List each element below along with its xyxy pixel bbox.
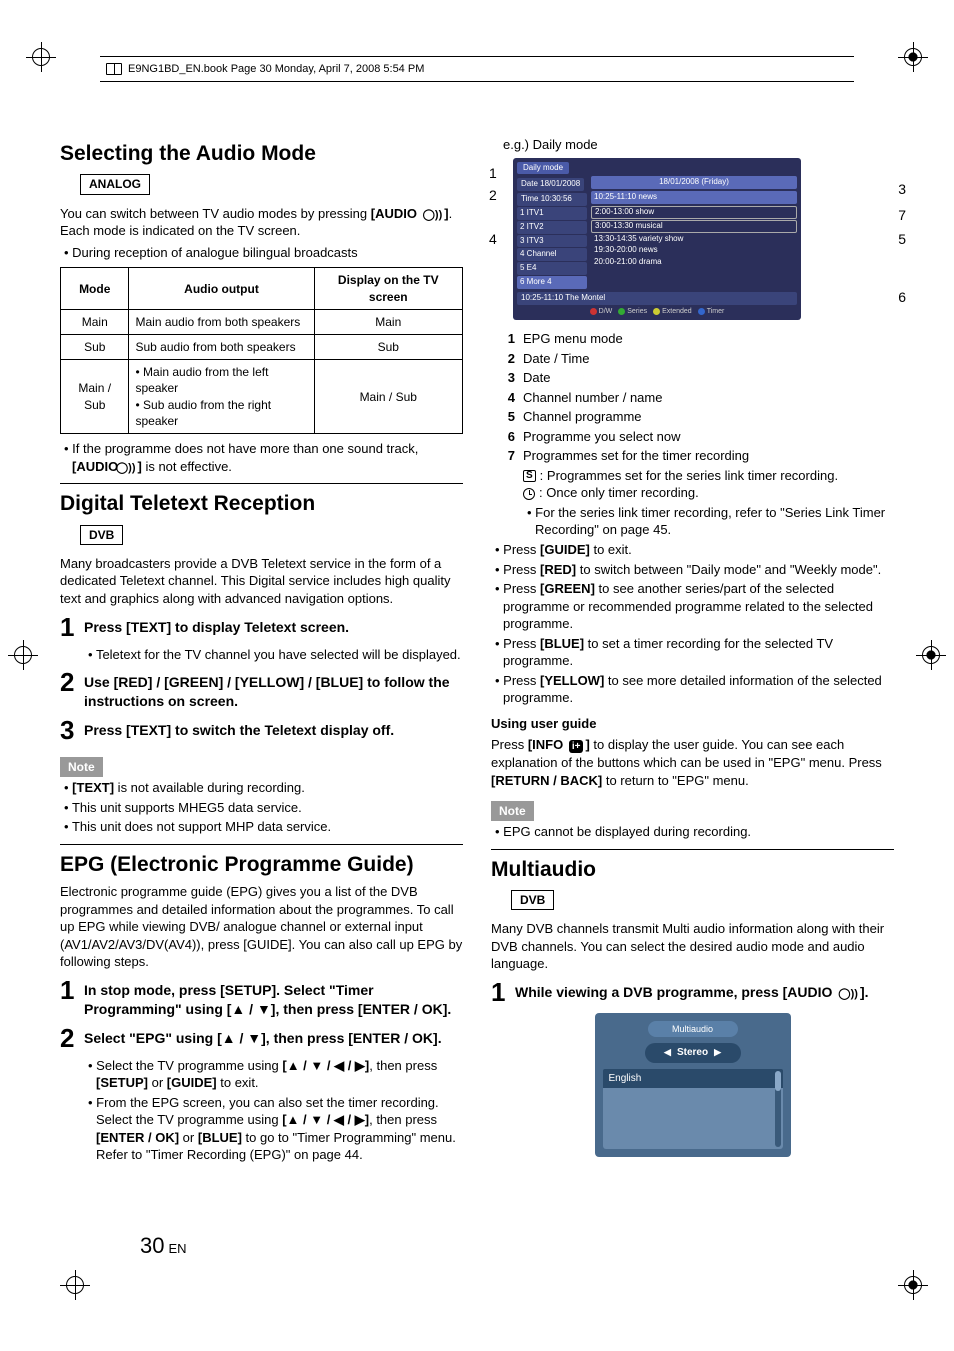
audio-icon: ◯)) (423, 208, 443, 223)
tag-dvb: DVB (80, 525, 123, 545)
audio-icon: ◯)) (124, 461, 136, 476)
manual-page: E9NG1BD_EN.book Page 30 Monday, April 7,… (0, 0, 954, 1351)
series-icon: S (523, 470, 536, 482)
panel-selector: ◀Stereo▶ (645, 1043, 741, 1063)
left-column: Selecting the Audio Mode ANALOG You can … (60, 132, 463, 1166)
note-heading: Note (60, 757, 103, 777)
th-mode: Mode (61, 268, 129, 309)
callout-4: 4 (489, 230, 497, 249)
bullet-text: During reception of analogue bilingual b… (60, 244, 463, 262)
step-number: 1 (60, 614, 84, 640)
user-guide-heading: Using user guide (491, 715, 894, 733)
info-icon: i+ (569, 740, 584, 753)
callout-1: 1 (489, 164, 497, 183)
intro-text: You can switch between TV audio modes by… (60, 205, 463, 240)
callout-5: 5 (898, 230, 906, 249)
registration-mark (898, 42, 928, 72)
callout-7: 7 (898, 206, 906, 225)
panel-list-item: English (603, 1069, 783, 1089)
heading-epg: EPG (Electronic Programme Guide) (60, 844, 463, 879)
book-icon (106, 63, 122, 75)
scrollbar (775, 1071, 781, 1147)
epg-screen: Daily mode Date 18/01/2008 Time 10:30:56… (513, 158, 801, 320)
heading-audio-mode: Selecting the Audio Mode (60, 140, 463, 168)
page-header: E9NG1BD_EN.book Page 30 Monday, April 7,… (100, 56, 854, 82)
heading-teletext: Digital Teletext Reception (60, 483, 463, 518)
registration-mark (916, 640, 946, 670)
page-number: 30EN (140, 1231, 187, 1261)
example-label: e.g.) Daily mode (503, 136, 894, 154)
clock-icon (523, 488, 535, 500)
left-arrow-icon: ◀ (664, 1047, 671, 1057)
multiaudio-panel: Multiaudio ◀Stereo▶ English (595, 1013, 791, 1157)
step-text: Press [TEXT] to display Teletext screen. (84, 614, 463, 640)
th-output: Audio output (129, 268, 314, 309)
tag-analog: ANALOG (80, 174, 150, 194)
callout-2: 2 (489, 186, 497, 205)
registration-mark (898, 1270, 928, 1300)
registration-mark (8, 640, 38, 670)
epg-mode-title: Daily mode (517, 162, 569, 175)
callout-3: 3 (898, 180, 906, 199)
audio-icon: ◯)) (838, 987, 858, 1002)
heading-multiaudio: Multiaudio (491, 849, 894, 884)
callout-legend: 1EPG menu mode 2Date / Time 3Date 4Chann… (491, 330, 894, 539)
registration-mark (26, 42, 56, 72)
panel-tab: Multiaudio (648, 1021, 738, 1037)
th-display: Display on the TV screen (314, 268, 463, 309)
registration-mark (60, 1270, 90, 1300)
intro-text: Many broadcasters provide a DVB Teletext… (60, 555, 463, 608)
note-heading: Note (491, 801, 534, 821)
right-arrow-icon: ▶ (714, 1047, 721, 1057)
page-header-text: E9NG1BD_EN.book Page 30 Monday, April 7,… (128, 62, 424, 77)
note-text: If the programme does not have more than… (60, 440, 463, 475)
panel-list: English (603, 1069, 783, 1149)
epg-figure: 1 2 4 3 7 5 6 Daily mode Date 18/01/2008… (491, 158, 894, 320)
epg-color-buttons: D/W Series Extended Timer (517, 307, 797, 316)
tag-dvb: DVB (511, 890, 554, 910)
right-column: e.g.) Daily mode 1 2 4 3 7 5 6 Daily mod… (491, 132, 894, 1166)
audio-mode-table: Mode Audio output Display on the TV scre… (60, 267, 463, 434)
callout-6: 6 (898, 288, 906, 307)
